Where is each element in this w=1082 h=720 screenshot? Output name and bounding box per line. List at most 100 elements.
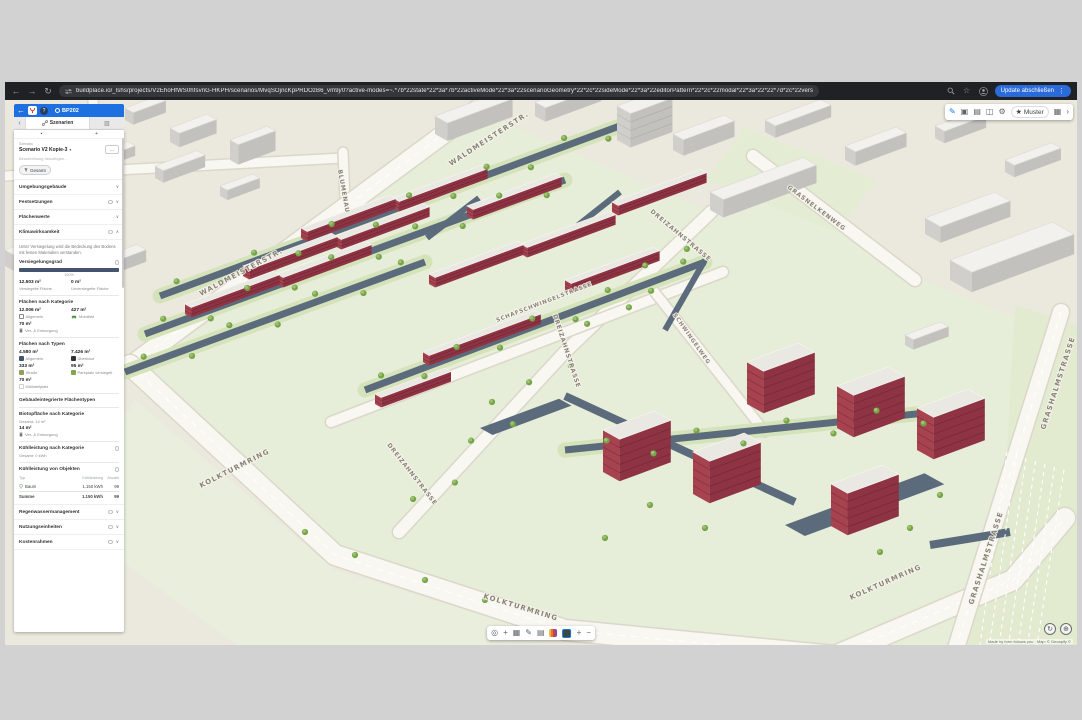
section-regenwassermanagement[interactable]: Regenwassermanagement ∨ <box>14 505 124 520</box>
url-text: buildplace.io/_lshs/projects/V2EhoHfWS0h… <box>76 88 813 94</box>
biotop-title: Biotopfläche nach Kategorie <box>19 412 119 417</box>
trash-icon <box>19 432 23 437</box>
zoom-in-icon[interactable]: + <box>577 629 582 637</box>
kebab-menu-icon[interactable]: ⋮ <box>1058 87 1065 95</box>
map-attribution: Made by form follows you · Map: © Geoapi… <box>986 639 1073 644</box>
tab-szenarien[interactable]: Szenarien <box>25 117 90 129</box>
project-code: BP202 <box>62 108 79 114</box>
settings-gear-icon[interactable]: ⚙ <box>998 108 1005 116</box>
panel-tabs: ‹ Szenarien ▨ <box>14 117 124 130</box>
chevron-down-icon: ∨ <box>116 184 119 190</box>
versiegelungsgrad-value: 100% <box>19 273 119 277</box>
section-flaechenwerte[interactable]: Flächenwerte ∨ <box>14 210 124 225</box>
info-icon[interactable] <box>108 540 113 545</box>
collapse-panel-icon[interactable]: ‹ <box>14 117 25 129</box>
url-bar[interactable]: buildplace.io/_lshs/projects/V2EhoHfWS0h… <box>59 85 819 97</box>
chrome-actions: ☆ Update abschließen ⋮ <box>947 82 1071 100</box>
rows-tool-icon[interactable]: ▤ <box>973 108 981 116</box>
info-icon[interactable] <box>115 260 120 265</box>
section-kostenrahmen[interactable]: Kostenrahmen ∨ <box>14 535 124 550</box>
info-icon[interactable] <box>108 230 113 235</box>
chevron-down-icon: ∨ <box>116 509 119 515</box>
panel-scrollbar[interactable] <box>122 138 124 288</box>
color-palette-icon[interactable] <box>550 629 558 637</box>
table-row-baum[interactable]: Baum 1.150 kWh 99 <box>19 482 119 491</box>
description-placeholder[interactable]: Beschreibung hinzufügen... <box>14 154 124 163</box>
scenario-graph-icon <box>42 120 48 126</box>
typ-parkplatz: 95 m² Parkplatz versiegelt <box>71 364 119 375</box>
forward-icon[interactable]: → <box>27 82 37 100</box>
gebaeude-flaechentypen-title: Gebäudeintegrierte Flächentypen <box>19 398 119 403</box>
reload-icon[interactable]: ↻ <box>43 82 53 100</box>
info-icon[interactable] <box>108 525 113 530</box>
kuehlleistung-kat-title: Kühlleistung nach Kategorie <box>19 446 119 451</box>
chevron-down-icon: ∨ <box>116 524 119 530</box>
layers-icon[interactable]: ▤ <box>537 629 545 637</box>
basemap-thumbnail[interactable] <box>563 629 572 638</box>
back-icon[interactable]: ← <box>11 82 21 100</box>
back-arrow-icon[interactable]: ← <box>17 106 25 115</box>
tab-editor-pattern[interactable]: ▨ <box>90 117 124 129</box>
browser-window: ← → ↻ buildplace.io/_lshs/projects/V2Eho… <box>5 82 1077 645</box>
screenshot-stage: ← → ↻ buildplace.io/_lshs/projects/V2Eho… <box>0 0 1082 720</box>
biotop-total: Gesamt: 14 m² <box>19 419 119 424</box>
muster-dropdown[interactable]: ★ Muster <box>1011 106 1049 118</box>
color-swatch <box>19 356 24 361</box>
versiegelungsgrad-title: Versiegelungsgrad <box>19 260 119 265</box>
kuehlleistung-kat-total: Gesamt: 0 kWh <box>19 453 119 458</box>
select-tool-icon[interactable]: ◫ <box>986 108 994 116</box>
app-content: WALDMEISTERSTR. WALDMEISTERSTR. BLUMENAU… <box>5 100 1077 645</box>
search-icon[interactable] <box>947 87 955 95</box>
color-swatch <box>71 370 76 375</box>
typ-ueberbaut: 7.426 m² Überbaut <box>71 350 119 361</box>
section-nutzungseinheiten[interactable]: Nutzungseinheiten ∨ <box>14 520 124 535</box>
section-festsetzungen[interactable]: Festsetzungen ∨ <box>14 195 124 210</box>
buildplace-logo[interactable] <box>28 106 37 115</box>
color-swatch <box>19 370 24 375</box>
stat-allgemein: 12.006 m² Allgemein <box>19 308 67 319</box>
scenario-dot-current[interactable]: ▪ <box>14 130 69 138</box>
map-canvas[interactable]: WALDMEISTERSTR. WALDMEISTERSTR. BLUMENAU… <box>5 100 1077 645</box>
building-tool-icon[interactable]: ▦ <box>1054 108 1062 116</box>
section-umgebungsgebaeude[interactable]: Umgebungsgebäude ∨ <box>14 180 124 195</box>
chevron-down-icon: ∨ <box>116 199 119 205</box>
grid-icon[interactable]: ▦ <box>513 629 521 637</box>
klima-intro: Unter Versiegelung wird die Bedeckung de… <box>19 244 119 256</box>
stat-versiegelte: 12.503 m² Versiegelte Fläche <box>19 280 67 291</box>
scenario-dropdown[interactable]: Scenario V2 Kopie-3▾ <box>19 147 119 153</box>
table-row-summe: Summe 1.150 kWh 99 <box>19 491 119 501</box>
scenario-more-button[interactable]: ... <box>105 145 119 154</box>
toolbar-expand-icon[interactable]: › <box>1066 108 1069 116</box>
stat-entsorgung: 70 m² Ver- & Entsorgung <box>19 322 67 333</box>
filter-row: Gesamt <box>14 163 124 180</box>
update-abschliessen-button[interactable]: Update abschließen ⋮ <box>995 85 1071 97</box>
draw-tool-icon[interactable]: ✎ <box>949 108 956 116</box>
info-icon[interactable] <box>108 510 113 515</box>
info-icon[interactable] <box>115 467 120 472</box>
section-klimawirksamkeit[interactable]: Klimawirksamkeit ∧ <box>14 225 124 240</box>
versiegelungsgrad-bar <box>19 268 119 272</box>
draw-icon[interactable]: ✎ <box>525 629 532 637</box>
stat-unversiegelte: 0 m² Unversiegelte Fläche <box>71 280 119 291</box>
locate-icon[interactable]: ◎ <box>491 629 498 637</box>
typ-strasse: 333 m² Straße <box>19 364 67 375</box>
car-icon <box>71 315 77 319</box>
info-icon[interactable] <box>108 200 113 205</box>
add-scenario-button[interactable]: + <box>69 130 124 138</box>
project-badge[interactable]: BP202 <box>55 108 79 114</box>
bookmark-star-icon[interactable]: ☆ <box>962 82 972 100</box>
help-icon[interactable]: ? <box>40 107 48 115</box>
copy-tool-icon[interactable]: ▣ <box>961 108 969 116</box>
tree-icon <box>19 484 23 489</box>
kuehlleistung-table: Typ Kühlleistung Anzahl Baum 1.150 kWh <box>19 474 119 501</box>
add-icon[interactable]: + <box>503 629 508 637</box>
rotate-view-button[interactable]: ↻ <box>1044 623 1056 635</box>
pattern-icon: ▨ <box>104 120 110 127</box>
gesamt-filter-chip[interactable]: Gesamt <box>19 165 51 175</box>
profile-avatar-icon[interactable] <box>979 87 988 96</box>
compass-button[interactable]: ⊕ <box>1060 623 1072 635</box>
tune-icon <box>65 88 72 95</box>
info-icon[interactable] <box>115 446 120 451</box>
zoom-out-icon[interactable]: − <box>586 629 591 637</box>
panel-header: ← ? BP202 <box>14 104 124 117</box>
